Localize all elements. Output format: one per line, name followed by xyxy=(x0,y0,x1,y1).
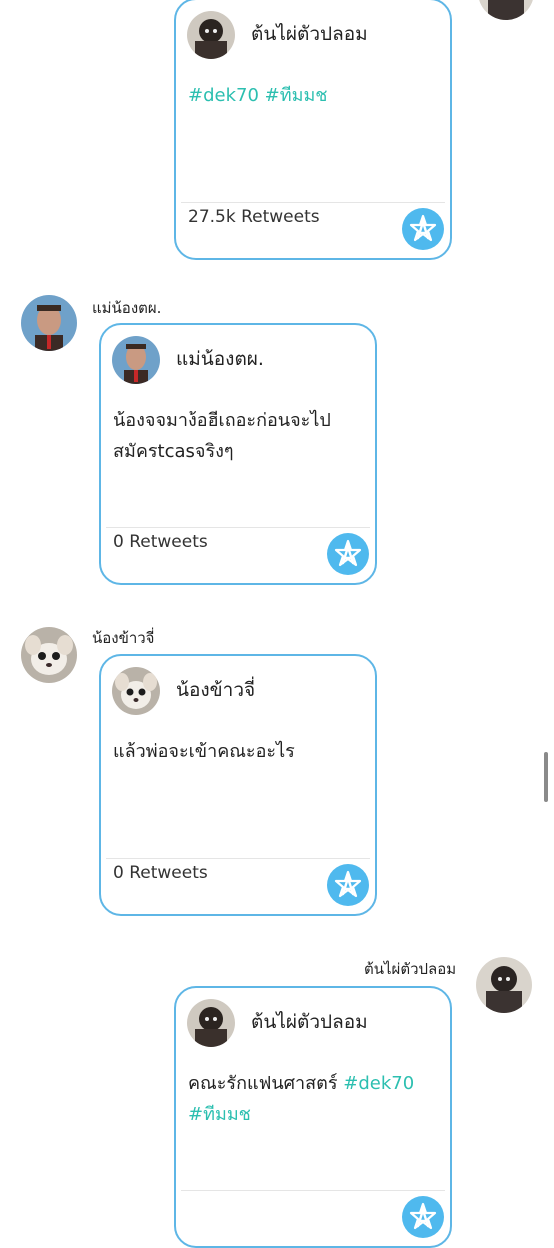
hashtag[interactable]: #dek70 xyxy=(343,1073,414,1094)
tweet-card[interactable]: น้องข้าวจี่ แล้วพ่อจะเข้าคณะอะไร 0 Retwe… xyxy=(99,654,377,916)
card-text: น้องจจมาง้อฮีเถอะก่อนจะไป สมัครtcasจริงๆ xyxy=(113,405,365,467)
card-avatar xyxy=(187,11,235,59)
star-a-logo-icon[interactable] xyxy=(327,864,369,906)
avatar[interactable] xyxy=(478,0,534,20)
card-text-line: น้องจจมาง้อฮีเถอะก่อนจะไป xyxy=(113,410,331,431)
card-text: แล้วพ่อจะเข้าคณะอะไร xyxy=(113,736,365,767)
scrollbar[interactable] xyxy=(544,752,548,802)
avatar[interactable] xyxy=(21,627,77,683)
avatar[interactable] xyxy=(476,957,532,1013)
sender-name: ต้นไผ่ตัวปลอม xyxy=(364,960,457,978)
card-author-name: แม่น้องตผ. xyxy=(176,348,264,370)
tweet-card[interactable]: แม่น้องตผ. น้องจจมาง้อฮีเถอะก่อนจะไป สมั… xyxy=(99,323,377,585)
star-a-logo-icon[interactable] xyxy=(402,208,444,250)
card-author-name: น้องข้าวจี่ xyxy=(176,679,256,701)
tweet-card[interactable]: ต้นไผ่ตัวปลอม คณะรักแฟนศาสตร์ #dek70 #ที… xyxy=(174,986,452,1248)
avatar[interactable] xyxy=(21,295,77,351)
card-avatar xyxy=(112,667,160,715)
card-text-line: #ทีมมช xyxy=(188,1099,440,1130)
divider xyxy=(106,527,370,528)
divider xyxy=(181,1190,445,1191)
card-avatar xyxy=(112,336,160,384)
hashtag[interactable]: #dek70 #ทีมมช xyxy=(188,85,328,106)
sender-name: น้องข้าวจี่ xyxy=(92,629,155,647)
card-author-name: ต้นไผ่ตัวปลอม xyxy=(251,23,368,45)
card-text: คณะรักแฟนศาสตร์ #dek70 #ทีมมช xyxy=(188,1068,440,1130)
card-text: #dek70 #ทีมมช xyxy=(188,80,440,111)
star-a-logo-icon[interactable] xyxy=(327,533,369,575)
tweet-card[interactable]: ต้นไผ่ตัวปลอม #dek70 #ทีมมช 27.5k Retwee… xyxy=(174,0,452,260)
star-a-logo-icon[interactable] xyxy=(402,1196,444,1238)
sender-name: แม่น้องตผ. xyxy=(92,299,162,317)
card-text-line: แล้วพ่อจะเข้าคณะอะไร xyxy=(113,741,295,762)
hashtag[interactable]: #ทีมมช xyxy=(188,1104,251,1125)
retweet-count: 0 Retweets xyxy=(113,863,208,883)
divider xyxy=(106,858,370,859)
card-text-plain: คณะรักแฟนศาสตร์ xyxy=(188,1073,344,1094)
card-avatar xyxy=(187,999,235,1047)
card-text-line: คณะรักแฟนศาสตร์ #dek70 xyxy=(188,1068,440,1099)
retweet-count: 27.5k Retweets xyxy=(188,207,320,227)
card-text-line: สมัครtcasจริงๆ xyxy=(113,441,234,462)
card-author-name: ต้นไผ่ตัวปลอม xyxy=(251,1011,368,1033)
divider xyxy=(181,202,445,203)
retweet-count: 0 Retweets xyxy=(113,532,208,552)
